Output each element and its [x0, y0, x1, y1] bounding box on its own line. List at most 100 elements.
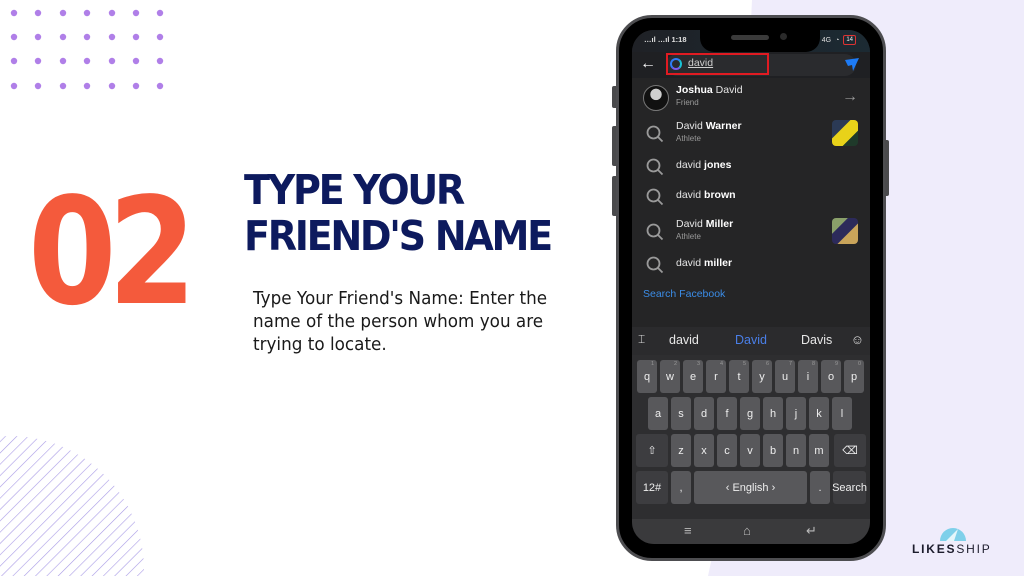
decorative-dot: [132, 9, 140, 17]
ship-logo-icon: [940, 528, 966, 541]
search-result-item[interactable]: David Warner Athlete: [632, 118, 870, 148]
result-thumbnail: [832, 218, 858, 244]
key-h[interactable]: h: [763, 397, 783, 430]
back-nav-icon[interactable]: ↵: [806, 523, 817, 539]
key-c[interactable]: c: [717, 434, 737, 467]
key-p[interactable]: p0: [844, 360, 864, 393]
search-result-item[interactable]: David Miller Athlete: [632, 216, 870, 246]
network-icon: 4G: [821, 36, 832, 44]
status-time: …ıl …ıl 1:18: [644, 35, 687, 44]
slide-description: Type Your Friend's Name: Enter the name …: [253, 289, 548, 355]
search-icon: [646, 125, 664, 143]
key-n[interactable]: n: [786, 434, 806, 467]
suggestion-1[interactable]: david: [669, 333, 699, 347]
search-result-item[interactable]: david brown: [632, 181, 870, 211]
result-name: david brown: [676, 189, 736, 201]
decorative-dot: [59, 82, 67, 90]
key-d[interactable]: d: [694, 397, 714, 430]
decorative-dot: [83, 57, 91, 65]
result-subtitle: Friend: [676, 98, 699, 107]
search-icon: [646, 188, 664, 206]
keyboard-suggestions: ⌶ david David Davis ☺: [632, 327, 870, 355]
space-key[interactable]: ‹ English ›: [694, 471, 807, 504]
key-g[interactable]: g: [740, 397, 760, 430]
key-s[interactable]: s: [671, 397, 691, 430]
decorative-dot: [59, 33, 67, 41]
friend-avatar: [643, 85, 669, 111]
decorative-dot: [132, 57, 140, 65]
search-key[interactable]: Search: [832, 471, 867, 504]
suggestion-3[interactable]: Davis: [801, 333, 832, 347]
result-name: david miller: [676, 257, 733, 269]
backspace-key[interactable]: ⌫: [834, 434, 866, 467]
decorative-dot: [156, 57, 164, 65]
key-t[interactable]: t5: [729, 360, 749, 393]
messenger-icon[interactable]: [844, 56, 860, 72]
search-result-item[interactable]: david jones: [632, 151, 870, 181]
decorative-dot: [34, 9, 42, 17]
key-r[interactable]: r4: [706, 360, 726, 393]
phone-side-button-2: [612, 126, 616, 166]
result-name: david jones: [676, 159, 732, 171]
phone-screen: …ıl …ıl 1:18 4G ◔ 14 ← david Joshua Davi…: [632, 30, 870, 544]
search-result-item[interactable]: Joshua David Friend →: [632, 82, 870, 112]
key-u[interactable]: u7: [775, 360, 795, 393]
key-j[interactable]: j: [786, 397, 806, 430]
phone-speaker: [731, 35, 769, 40]
decorative-dot: [34, 33, 42, 41]
decorative-dot: [83, 33, 91, 41]
phone-camera: [780, 33, 787, 40]
decorative-dot: [156, 9, 164, 17]
title-line-2: FRIEND'S NAME: [244, 212, 553, 260]
result-subtitle: Athlete: [676, 134, 701, 143]
decorative-dot: [59, 57, 67, 65]
search-result-item[interactable]: david miller: [632, 249, 870, 279]
phone-side-button-1: [612, 86, 616, 108]
decorative-dot: [34, 82, 42, 90]
key-m[interactable]: m: [809, 434, 829, 467]
key-l[interactable]: l: [832, 397, 852, 430]
key-z[interactable]: z: [671, 434, 691, 467]
key-b[interactable]: b: [763, 434, 783, 467]
emoji-icon[interactable]: ☺: [851, 332, 864, 347]
key-v[interactable]: v: [740, 434, 760, 467]
suggestion-2[interactable]: David: [735, 333, 767, 347]
key-o[interactable]: o9: [821, 360, 841, 393]
shift-key[interactable]: ⇧: [636, 434, 668, 467]
decorative-dot: [108, 82, 116, 90]
arrow-right-icon[interactable]: →: [842, 88, 858, 106]
search-facebook-link[interactable]: Search Facebook: [643, 288, 725, 300]
status-icons: 4G ◔ 14: [822, 35, 856, 45]
symbols-key[interactable]: 12#: [636, 471, 668, 504]
back-arrow-icon[interactable]: ←: [640, 55, 656, 73]
decorative-dot: [10, 82, 18, 90]
result-name: Joshua David: [676, 84, 743, 96]
search-icon: [646, 223, 664, 241]
comma-key[interactable]: ,: [671, 471, 691, 504]
decorative-dot: [83, 9, 91, 17]
period-key[interactable]: .: [810, 471, 830, 504]
key-y[interactable]: y6: [752, 360, 772, 393]
phone-power-button: [885, 140, 889, 196]
key-k[interactable]: k: [809, 397, 829, 430]
slide-title: TYPE YOUR FRIEND'S NAME: [244, 167, 553, 260]
key-x[interactable]: x: [694, 434, 714, 467]
decorative-dot: [10, 33, 18, 41]
menu-icon[interactable]: ≡: [684, 523, 692, 538]
signal-icon: …ıl …ıl: [644, 35, 670, 44]
decorative-dot: [108, 57, 116, 65]
decorative-dot: [10, 57, 18, 65]
key-a[interactable]: a: [648, 397, 668, 430]
decorative-dot-grid: [10, 9, 164, 90]
key-f[interactable]: f: [717, 397, 737, 430]
key-q[interactable]: q1: [637, 360, 657, 393]
decorative-dot: [34, 57, 42, 65]
decorative-dot: [132, 33, 140, 41]
result-subtitle: Athlete: [676, 232, 701, 241]
key-e[interactable]: e3: [683, 360, 703, 393]
key-w[interactable]: w2: [660, 360, 680, 393]
logo-text-bold: LIKES: [912, 542, 957, 556]
text-cursor-icon[interactable]: ⌶: [638, 332, 645, 347]
key-i[interactable]: i8: [798, 360, 818, 393]
home-icon[interactable]: ⌂: [743, 523, 751, 538]
